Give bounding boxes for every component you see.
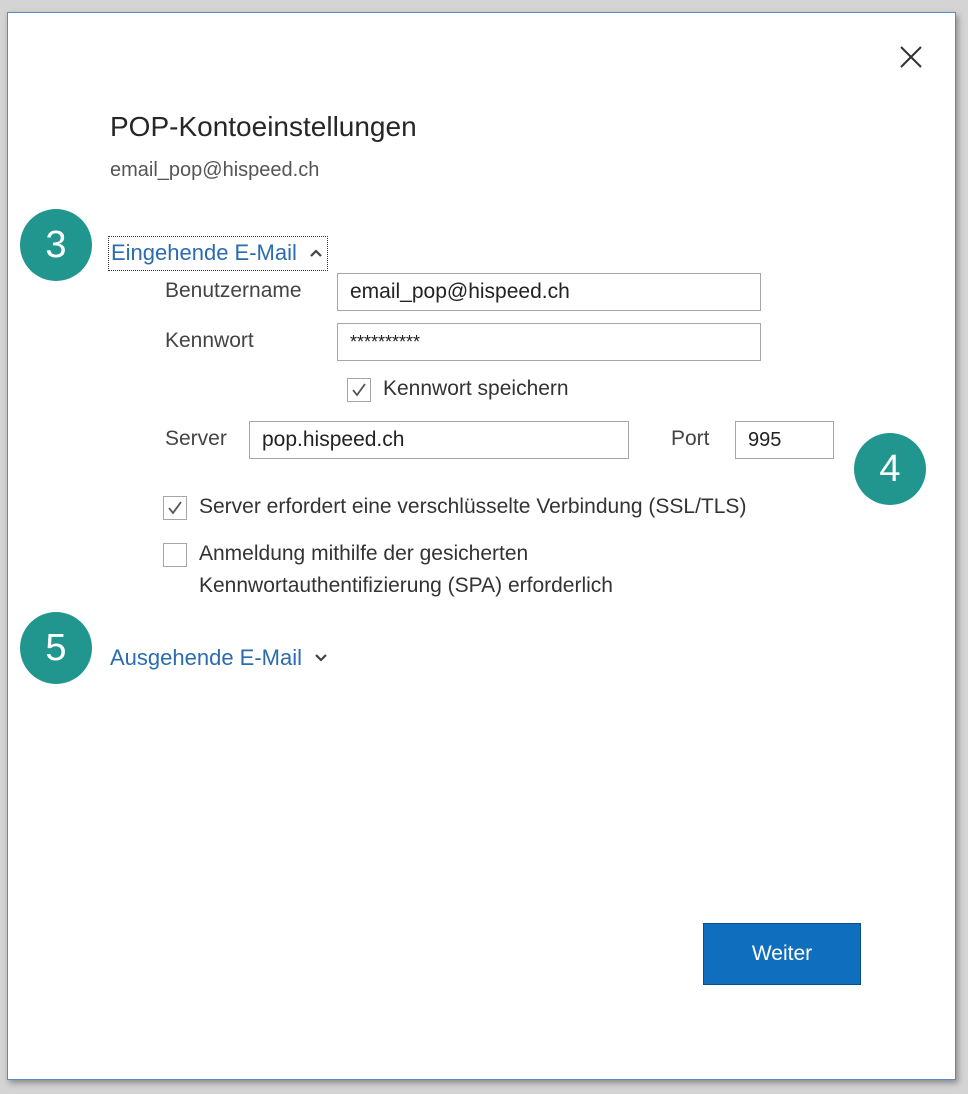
port-input[interactable]: 995 xyxy=(735,421,834,459)
close-button[interactable] xyxy=(897,43,925,71)
close-icon xyxy=(900,46,922,68)
username-input[interactable]: email_pop@hispeed.ch xyxy=(337,273,761,311)
checkmark-icon xyxy=(168,501,182,515)
dialog-title: POP-Kontoeinstellungen xyxy=(110,111,417,142)
spa-label: Anmeldung mithilfe der gesicherten Kennw… xyxy=(199,538,613,602)
incoming-mail-label: Eingehende E-Mail xyxy=(111,240,297,265)
pop-settings-dialog: POP-Kontoeinstellungen email_pop@hispeed… xyxy=(7,12,956,1080)
server-label: Server xyxy=(165,427,227,450)
spa-option[interactable]: Anmeldung mithilfe der gesicherten Kennw… xyxy=(163,542,613,602)
password-input[interactable]: ********** xyxy=(337,323,761,361)
spa-label-line2: Kennwortauthentifizierung (SPA) erforder… xyxy=(199,574,613,597)
save-password-option[interactable]: Kennwort speichern xyxy=(347,377,569,405)
save-password-label: Kennwort speichern xyxy=(383,377,569,400)
chevron-down-icon xyxy=(315,654,327,662)
account-email: email_pop@hispeed.ch xyxy=(110,159,320,181)
password-label: Kennwort xyxy=(165,329,254,352)
username-label: Benutzername xyxy=(165,279,302,302)
port-label: Port xyxy=(671,427,710,450)
chevron-up-icon xyxy=(310,249,322,257)
ssl-option[interactable]: Server erfordert eine verschlüsselte Ver… xyxy=(163,495,746,523)
checkmark-icon xyxy=(352,383,366,397)
save-password-checkbox[interactable] xyxy=(347,378,371,402)
step-badge-3: 3 xyxy=(20,209,92,281)
spa-checkbox[interactable] xyxy=(163,543,187,567)
step-badge-4: 4 xyxy=(854,433,926,505)
next-button[interactable]: Weiter xyxy=(703,923,861,985)
server-input[interactable]: pop.hispeed.ch xyxy=(249,421,629,459)
ssl-label: Server erfordert eine verschlüsselte Ver… xyxy=(199,495,747,518)
ssl-checkbox[interactable] xyxy=(163,496,187,520)
outgoing-mail-label: Ausgehende E-Mail xyxy=(110,645,303,670)
step-badge-5: 5 xyxy=(20,612,92,684)
outgoing-mail-toggle[interactable]: Ausgehende E-Mail xyxy=(110,645,328,671)
incoming-mail-toggle[interactable]: Eingehende E-Mail xyxy=(108,236,328,271)
spa-label-line1: Anmeldung mithilfe der gesicherten xyxy=(199,542,529,565)
